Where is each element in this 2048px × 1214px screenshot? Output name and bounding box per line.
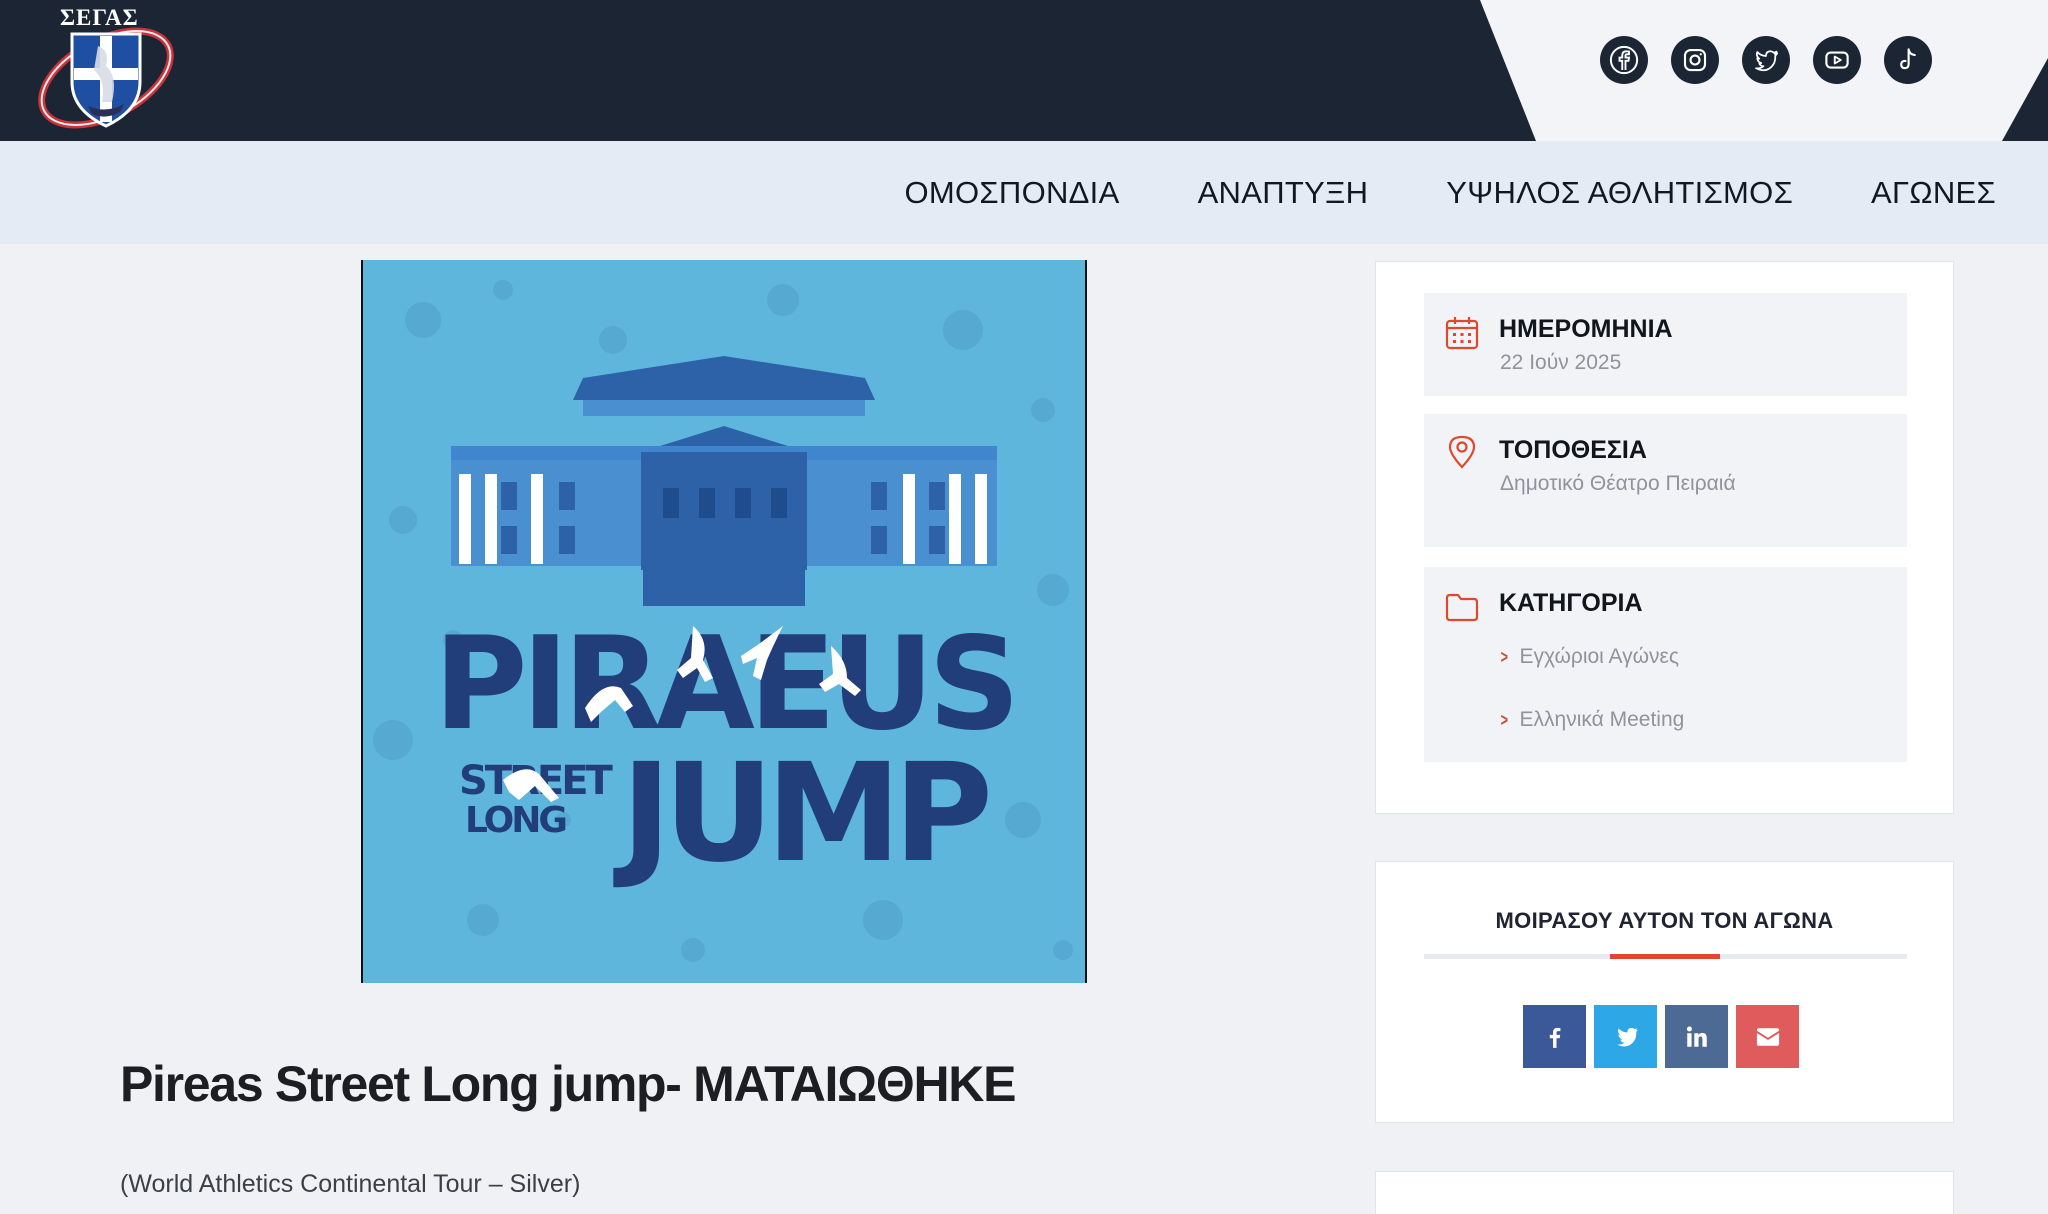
share-card: ΜΟΙΡΑΣΟΥ ΑΥΤΟΝ ΤΟΝ ΑΓΩΝΑ: [1375, 861, 1954, 1123]
poster-word-jump: JUMP: [613, 735, 988, 893]
share-linkedin-button[interactable]: [1665, 1005, 1728, 1068]
social-links: [1600, 36, 1932, 84]
date-block: ΗΜΕΡΟΜΗΝΙΑ 22 Ιούν 2025: [1424, 293, 1907, 396]
segas-logo[interactable]: ΣΕΓΑΣ: [28, 5, 178, 130]
event-title: Pireas Street Long jump- ΜΑΤΑΙΩΘΗΚΕ: [120, 1056, 1016, 1112]
facebook-icon[interactable]: [1600, 36, 1648, 84]
share-buttons: [1523, 1005, 1799, 1068]
instagram-icon[interactable]: [1671, 36, 1719, 84]
map-pin-icon: [1448, 435, 1476, 469]
twitter-icon: [1616, 1027, 1638, 1046]
share-title: ΜΟΙΡΑΣΟΥ ΑΥΤΟΝ ΤΟΝ ΑΓΩΝΑ: [1495, 908, 1834, 933]
sidebar-card-partial: [1375, 1171, 1954, 1214]
youtube-icon[interactable]: [1813, 36, 1861, 84]
date-value: 22 Ιούν 2025: [1500, 351, 1622, 374]
location-block: ΤΟΠΟΘΕΣΙΑ Δημοτικό Θέατρο Πειραιά: [1424, 414, 1907, 547]
top-header: ΣΕΓΑΣ: [0, 0, 2048, 141]
location-value: Δημοτικό Θέατρο Πειραιά: [1500, 472, 1736, 495]
piraeus-jump-poster: PIRAEUS JUMP STREET LONG: [363, 260, 1085, 983]
chevron-right-icon: >: [1500, 647, 1508, 667]
email-icon: [1756, 1027, 1779, 1046]
poster-word-long: LONG: [465, 800, 565, 841]
nav-item-high-performance[interactable]: ΥΨΗΛΟΣ ΑΘΛΗΤΙΣΜΟΣ: [1446, 175, 1793, 211]
nav-item-competitions[interactable]: ΑΓΩΝΕΣ: [1871, 175, 1996, 211]
category-link-greek-meetings[interactable]: > Ελληνικά Meeting: [1499, 708, 1685, 732]
folder-icon: [1445, 593, 1479, 622]
main-navigation: ΟΜΟΣΠΟΝΔΙΑ ΑΝΑΠΤΥΞΗ ΥΨΗΛΟΣ ΑΘΛΗΤΙΣΜΟΣ ΑΓ…: [0, 141, 2048, 244]
category-block: ΚΑΤΗΓΟΡΙΑ > Εγχώριοι Αγώνες > Ελληνικά Mee…: [1424, 567, 1907, 762]
date-label: ΗΜΕΡΟΜΗΝΙΑ: [1499, 315, 1673, 343]
logo-text: ΣΕΓΑΣ: [60, 5, 139, 30]
twitter-icon[interactable]: [1742, 36, 1790, 84]
category-label: ΚΑΤΗΓΟΡΙΑ: [1499, 589, 1643, 617]
calendar-icon: [1445, 317, 1479, 350]
nav-item-federation[interactable]: ΟΜΟΣΠΟΝΔΙΑ: [904, 175, 1119, 211]
facebook-icon: [1549, 1027, 1560, 1048]
share-divider: [1424, 954, 1907, 959]
category-link-local-competitions[interactable]: > Εγχώριοι Αγώνες: [1499, 645, 1679, 669]
linkedin-icon: [1686, 1025, 1707, 1047]
event-subtitle: (World Athletics Continental Tour – Silv…: [120, 1170, 581, 1198]
location-label: ΤΟΠΟΘΕΣΙΑ: [1499, 436, 1647, 464]
event-info-card: ΗΜΕΡΟΜΗΝΙΑ 22 Ιούν 2025 ΤΟΠΟΘΕΣΙΑ Δημοτι…: [1375, 261, 1954, 814]
share-facebook-button[interactable]: [1523, 1005, 1586, 1068]
event-poster-image: PIRAEUS JUMP STREET LONG: [361, 260, 1087, 983]
chevron-right-icon: >: [1500, 710, 1508, 730]
tiktok-icon[interactable]: [1884, 36, 1932, 84]
share-email-button[interactable]: [1736, 1005, 1799, 1068]
nav-item-development[interactable]: ΑΝΑΠΤΥΞΗ: [1198, 175, 1369, 211]
share-twitter-button[interactable]: [1594, 1005, 1657, 1068]
nav-menu: ΟΜΟΣΠΟΝΔΙΑ ΑΝΑΠΤΥΞΗ ΥΨΗΛΟΣ ΑΘΛΗΤΙΣΜΟΣ ΑΓ…: [904, 141, 1996, 244]
